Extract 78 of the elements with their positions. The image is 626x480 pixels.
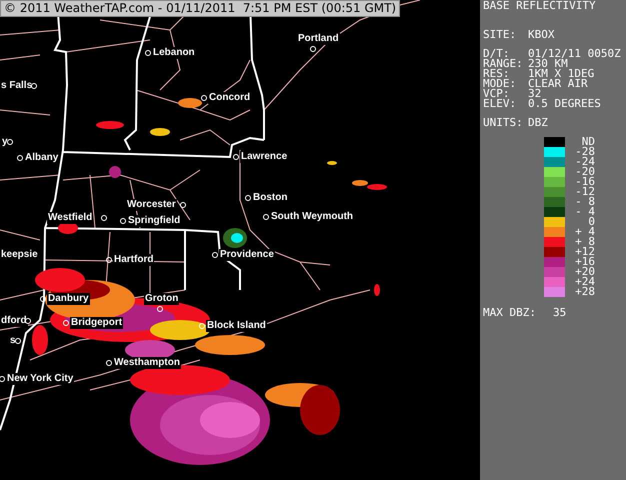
city-label: Block Island (206, 320, 267, 332)
city-label: Worcester (126, 199, 177, 211)
field-label: MAX DBZ: (483, 308, 537, 318)
city-marker-icon (25, 318, 31, 324)
city-marker-icon (15, 338, 21, 344)
legend-label: -28 (574, 147, 595, 157)
legend-label: -24 (574, 157, 595, 167)
city-label: Albany (24, 152, 60, 164)
field-label: SITE: (483, 30, 518, 40)
field-label: ELEV: (483, 99, 518, 109)
legend-label: 0 (587, 217, 595, 227)
city-marker-icon (101, 215, 107, 221)
city-marker-icon (263, 214, 269, 220)
city-marker-icon (40, 296, 46, 302)
legend-label: -12 (574, 187, 595, 197)
city-marker-icon (245, 195, 251, 201)
legend-label: - 4 (574, 207, 595, 217)
city-marker-icon (310, 46, 316, 52)
city-marker-icon (7, 139, 13, 145)
city-marker-icon (106, 257, 112, 263)
city-marker-icon (180, 202, 186, 208)
field-label: RANGE: (483, 59, 524, 69)
legend-label: + 4 (574, 227, 595, 237)
legend-label: -20 (574, 167, 595, 177)
field-label: UNITS: (483, 118, 524, 128)
legend-label: + 8 (574, 237, 595, 247)
city-marker-icon (17, 155, 23, 161)
city-marker-icon (31, 83, 37, 89)
field-label: MODE: (483, 79, 518, 89)
legend-label: +28 (574, 287, 595, 297)
field-label: VCP: (483, 89, 510, 99)
field-value: 35 (553, 308, 566, 318)
field-label: D/T: (483, 49, 510, 59)
legend-label: ND (582, 137, 595, 147)
city-label: Portland (297, 33, 340, 45)
legend-label: +12 (574, 247, 595, 257)
city-label: dford (0, 315, 28, 327)
city-marker-icon (145, 50, 151, 56)
legend-label: +20 (574, 267, 595, 277)
legend-label: -16 (574, 177, 595, 187)
field-value: 1KM X 1DEG (528, 69, 594, 79)
field-value: 32 (528, 89, 542, 99)
city-label: Westfield (47, 212, 94, 224)
field-value: CLEAR AIR (528, 79, 588, 89)
timestamp-banner: © 2011 WeatherTAP.com - 01/11/2011 7:51 PM EST (00:51 GMT) (0, 0, 400, 17)
field-value: DBZ (528, 118, 548, 128)
legend-label: - 8 (574, 197, 595, 207)
city-label: y (1, 136, 9, 148)
city-label: Bridgeport (70, 317, 124, 329)
city-marker-icon (201, 95, 207, 101)
city-marker-icon (0, 376, 5, 382)
city-marker-icon (212, 252, 218, 258)
city-label: keepsie (0, 249, 39, 261)
city-label: Hartford (113, 254, 154, 266)
city-label: Westhampton (113, 357, 181, 369)
city-label: Concord (208, 92, 252, 104)
city-marker-icon (199, 323, 205, 329)
city-marker-icon (120, 218, 126, 224)
field-label: RES: (483, 69, 510, 79)
city-marker-icon (157, 306, 163, 312)
city-marker-icon (106, 360, 112, 366)
legend-label: +16 (574, 257, 595, 267)
city-label: New York City (6, 373, 74, 385)
city-label: Danbury (47, 293, 90, 305)
field-value: 0.5 DEGREES (528, 99, 601, 109)
city-label: Groton (144, 293, 180, 305)
legend-label: +24 (574, 277, 595, 287)
product-title: BASE REFLECTIVITY (483, 1, 597, 11)
city-label: Providence (219, 249, 275, 261)
city-marker-icon (233, 154, 239, 160)
city-marker-icon (63, 320, 69, 326)
field-value: 230 KM (528, 59, 568, 69)
field-value: 01/12/11 0050Z (528, 49, 621, 59)
city-label: South Weymouth (270, 211, 354, 223)
field-value: KBOX (528, 30, 554, 40)
city-label: Springfield (127, 215, 182, 227)
city-label: Lebanon (152, 47, 196, 59)
city-label: Lawrence (240, 151, 288, 163)
